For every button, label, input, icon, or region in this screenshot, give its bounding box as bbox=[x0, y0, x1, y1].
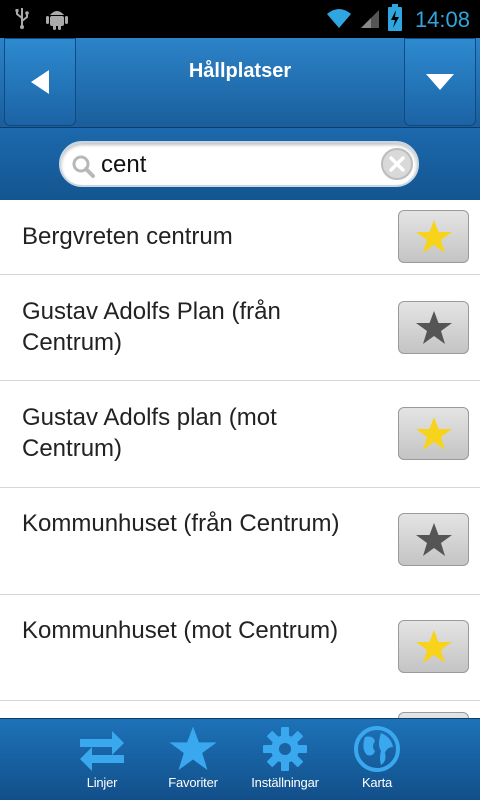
search-bar: cent bbox=[0, 128, 480, 200]
gear-icon bbox=[240, 725, 330, 773]
stop-name: Kommunhuset (från Centrum) bbox=[22, 510, 340, 537]
usb-icon bbox=[14, 6, 30, 34]
list-item[interactable]: Bergvreten centrum bbox=[0, 200, 480, 275]
magnifier-icon bbox=[71, 154, 95, 182]
stop-name: Kommunhuset (mot Centrum) bbox=[22, 617, 339, 644]
list-item[interactable]: Gustav Adolfs plan (mot Centrum) bbox=[0, 381, 480, 488]
nav-label: Karta bbox=[361, 775, 393, 790]
page-title: Hållplatser bbox=[188, 60, 292, 82]
nav-label: Linjer bbox=[86, 775, 118, 790]
signal-icon bbox=[359, 6, 381, 34]
nav-karta[interactable]: Karta bbox=[332, 725, 422, 797]
stop-name: Gustav Adolfs plan (mot Centrum) bbox=[22, 404, 277, 462]
favorite-toggle-button[interactable] bbox=[398, 513, 469, 566]
favorite-toggle-button[interactable] bbox=[398, 620, 469, 673]
globe-icon bbox=[332, 725, 422, 773]
search-text[interactable]: cent bbox=[101, 151, 146, 179]
list-item[interactable]: Kommunhuset (mot Centrum) bbox=[0, 595, 480, 701]
nav-installningar[interactable]: Inställningar bbox=[240, 725, 330, 797]
nav-label: Favoriter bbox=[168, 775, 218, 790]
stop-name: Gustav Adolfs Plan (från Centrum) bbox=[22, 298, 281, 356]
title-bar: Hållplatser bbox=[0, 38, 480, 128]
android-debug-icon bbox=[46, 6, 68, 34]
battery-charging-icon bbox=[387, 4, 403, 36]
wifi-icon bbox=[325, 6, 353, 34]
back-button[interactable] bbox=[4, 38, 76, 126]
bottom-navigation: Linjer Favoriter Inställningar Karta bbox=[0, 718, 480, 800]
nav-favoriter[interactable]: Favoriter bbox=[148, 725, 238, 797]
star-icon bbox=[148, 725, 238, 773]
favorite-toggle-button[interactable] bbox=[398, 301, 469, 354]
menu-dropdown-button[interactable] bbox=[404, 38, 476, 126]
stop-list: Bergvreten centrum Gustav Adolfs Plan (f… bbox=[0, 200, 480, 718]
stop-name: Bergvreten centrum bbox=[22, 223, 233, 250]
clock: 14:08 bbox=[414, 7, 470, 32]
list-item-partial[interactable] bbox=[0, 701, 480, 718]
swap-arrows-icon bbox=[57, 725, 147, 773]
clear-search-button[interactable] bbox=[381, 148, 413, 180]
nav-label: Inställningar bbox=[251, 775, 319, 790]
favorite-toggle-button[interactable] bbox=[398, 210, 469, 263]
status-bar: 14:08 bbox=[0, 0, 480, 38]
list-item[interactable]: Gustav Adolfs Plan (från Centrum) bbox=[0, 275, 480, 381]
favorite-toggle-button[interactable] bbox=[398, 407, 469, 460]
search-input[interactable]: cent bbox=[59, 141, 419, 187]
list-item[interactable]: Kommunhuset (från Centrum) bbox=[0, 488, 480, 595]
nav-linjer[interactable]: Linjer bbox=[57, 725, 147, 797]
